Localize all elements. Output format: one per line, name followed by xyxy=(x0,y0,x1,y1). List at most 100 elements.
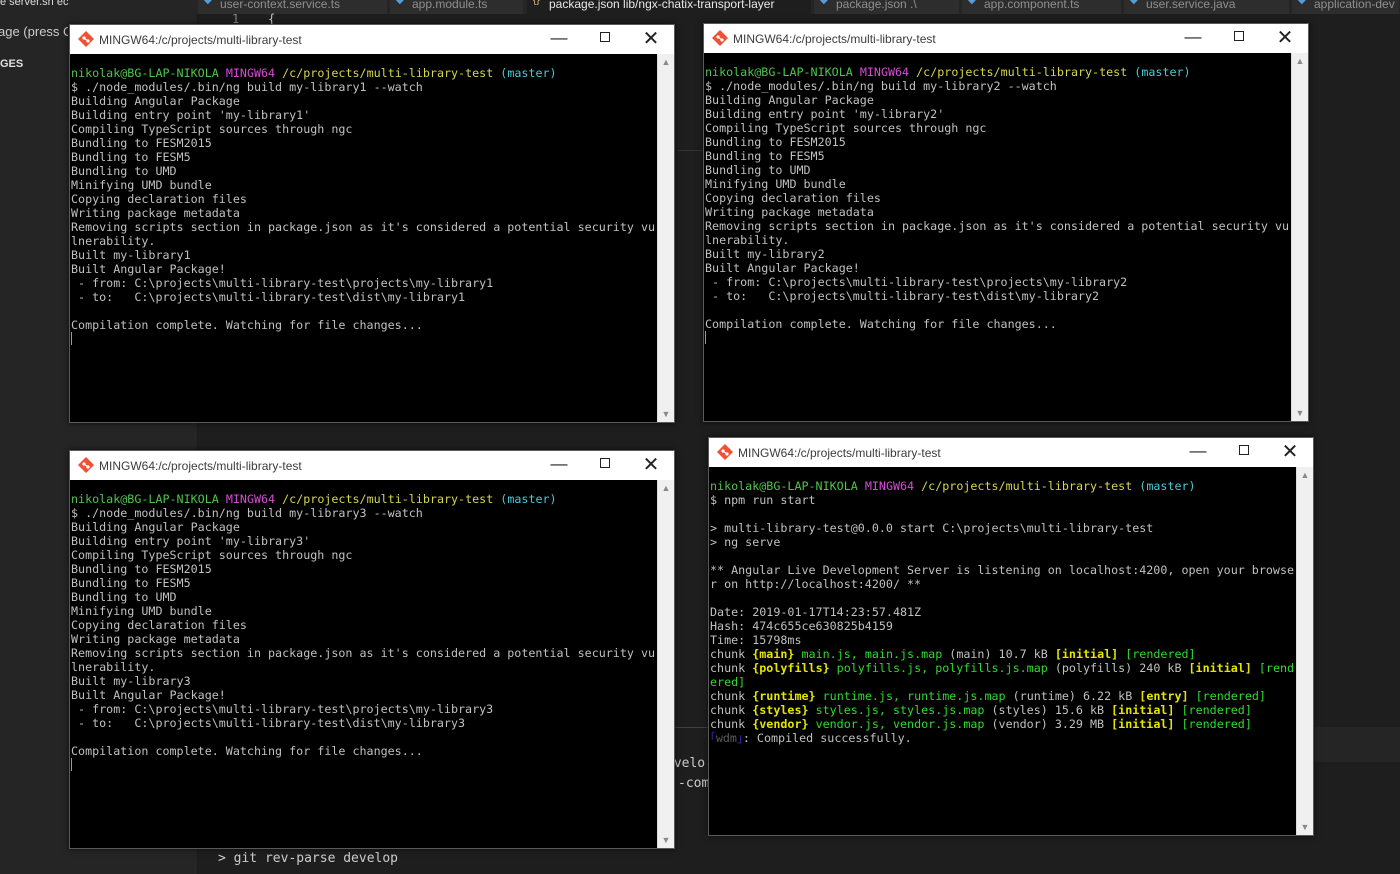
terminal-output[interactable]: nikolak@BG-LAP-NIKOLA MINGW64 /c/project… xyxy=(70,54,657,422)
close-button[interactable]: ✕ xyxy=(1267,438,1313,467)
file-icon: ◆ xyxy=(396,0,404,5)
file-icon: ◆ xyxy=(968,0,976,5)
output-line: > ng serve xyxy=(710,535,1296,549)
sidebar-search-hint: age (press C xyxy=(0,24,68,39)
editor-tab[interactable]: ◆app.module.ts xyxy=(390,0,524,14)
window-title: MINGW64:/c/projects/multi-library-test xyxy=(733,32,936,46)
maximize-button[interactable] xyxy=(1221,438,1267,467)
output-line: Compilation complete. Watching for file … xyxy=(71,744,657,758)
output-line: Compilation complete. Watching for file … xyxy=(705,317,1291,331)
git-bash-icon xyxy=(716,443,734,461)
maximize-button[interactable] xyxy=(582,451,628,480)
output-line: Built my-library3 xyxy=(71,674,657,688)
close-button[interactable]: ✕ xyxy=(628,451,674,480)
terminal-output[interactable]: nikolak@BG-LAP-NIKOLA MINGW64 /c/project… xyxy=(70,480,657,848)
scrollbar[interactable]: ▲ ▼ xyxy=(1291,53,1308,421)
file-icon: ◆ xyxy=(820,0,828,5)
title-bar[interactable]: MINGW64:/c/projects/multi-library-test —… xyxy=(704,24,1308,53)
minimize-button[interactable]: — xyxy=(536,25,582,54)
close-button[interactable]: ✕ xyxy=(1262,24,1308,53)
window-title: MINGW64:/c/projects/multi-library-test xyxy=(99,459,302,473)
scroll-up-icon[interactable]: ▲ xyxy=(1297,467,1313,483)
output-lines: Building Angular PackageBuilding entry p… xyxy=(705,93,1291,331)
output-line: Copying declaration files xyxy=(71,192,657,206)
build-stats: Date: 2019-01-17T14:23:57.481ZHash: 474c… xyxy=(710,605,1296,647)
output-line xyxy=(71,730,657,744)
chunk-line: chunk {vendor} vendor.js, vendor.js.map … xyxy=(710,717,1296,731)
terminal-text-peek: -com xyxy=(678,776,709,791)
git-bash-icon xyxy=(77,456,95,474)
file-icon: ◆ xyxy=(1130,0,1138,5)
output-line: Copying declaration files xyxy=(71,618,657,632)
minimize-button[interactable]: — xyxy=(1175,438,1221,467)
output-line: lnerability. xyxy=(705,233,1291,247)
maximize-button[interactable] xyxy=(582,25,628,54)
title-bar[interactable]: MINGW64:/c/projects/multi-library-test —… xyxy=(70,451,674,480)
terminal-output[interactable]: nikolak@BG-LAP-NIKOLA MINGW64 /c/project… xyxy=(709,467,1296,835)
scroll-up-icon[interactable]: ▲ xyxy=(1292,53,1308,69)
scrollbar[interactable]: ▲ ▼ xyxy=(657,480,674,848)
terminal-output[interactable]: nikolak@BG-LAP-NIKOLA MINGW64 /c/project… xyxy=(704,53,1291,421)
chunk-list: chunk {main} main.js, main.js.map (main)… xyxy=(710,647,1296,731)
terminal-prompt-line: > git rev-parse develop xyxy=(218,851,398,866)
scroll-down-icon[interactable]: ▼ xyxy=(658,832,674,848)
sidebar-section-heading: GES xyxy=(0,58,23,70)
output-line: Compilation complete. Watching for file … xyxy=(71,318,657,332)
scroll-up-icon[interactable]: ▲ xyxy=(658,54,674,70)
scroll-down-icon[interactable]: ▼ xyxy=(658,406,674,422)
output-line: Hash: 474c655ce630825b4159 xyxy=(710,619,1296,633)
editor-area xyxy=(678,150,704,190)
minimize-button[interactable]: — xyxy=(536,451,582,480)
chunk-line: chunk {polyfills} polyfills.js, polyfill… xyxy=(710,661,1296,675)
output-line: Writing package metadata xyxy=(705,205,1291,219)
output-line: - from: C:\projects\multi-library-test\p… xyxy=(71,702,657,716)
editor-code-bracket[interactable]: { xyxy=(268,14,275,24)
output-line: Built my-library1 xyxy=(71,248,657,262)
file-icon: ◆ xyxy=(204,0,212,5)
output-line: Removing scripts section in package.json… xyxy=(705,219,1291,233)
scroll-up-icon[interactable]: ▲ xyxy=(658,480,674,496)
scrollbar[interactable]: ▲ ▼ xyxy=(1296,467,1313,835)
editor-tab[interactable]: ◆application-dev xyxy=(1292,0,1400,14)
title-bar[interactable]: MINGW64:/c/projects/multi-library-test —… xyxy=(709,438,1313,467)
output-line: - from: C:\projects\multi-library-test\p… xyxy=(705,275,1291,289)
window-title: MINGW64:/c/projects/multi-library-test xyxy=(99,33,302,47)
output-line xyxy=(71,304,657,318)
output-line: Built Angular Package! xyxy=(705,261,1291,275)
command-line: $ npm run start xyxy=(710,493,1296,507)
title-bar[interactable]: MINGW64:/c/projects/multi-library-test —… xyxy=(70,25,674,54)
output-line: ** Angular Live Development Server is li… xyxy=(710,563,1296,577)
output-line: Bundling to FESM5 xyxy=(71,576,657,590)
editor-tab[interactable]: ◆user-context.service.ts xyxy=(198,0,388,14)
scroll-down-icon[interactable]: ▼ xyxy=(1297,819,1313,835)
editor-tab[interactable]: ◆app.component.ts xyxy=(962,0,1122,14)
editor-tab[interactable]: ◆user.service.java xyxy=(1124,0,1290,14)
output-line: Bundling to UMD xyxy=(705,163,1291,177)
output-line: Compiling TypeScript sources through ngc xyxy=(71,548,657,562)
scrollbar[interactable]: ▲ ▼ xyxy=(657,54,674,422)
terminal-window-library2[interactable]: MINGW64:/c/projects/multi-library-test —… xyxy=(703,23,1309,422)
minimize-button[interactable]: — xyxy=(1170,24,1216,53)
maximize-button[interactable] xyxy=(1216,24,1262,53)
output-line: Writing package metadata xyxy=(71,632,657,646)
output-line: - to: C:\projects\multi-library-test\dis… xyxy=(71,290,657,304)
output-line: Built my-library2 xyxy=(705,247,1291,261)
command-line: $ ./node_modules/.bin/ng build my-librar… xyxy=(71,506,657,520)
chunk-line: chunk {runtime} runtime.js, runtime.js.m… xyxy=(710,689,1296,703)
output-line: Date: 2019-01-17T14:23:57.481Z xyxy=(710,605,1296,619)
editor-tab-bar: ◆user-context.service.ts◆app.module.ts{}… xyxy=(0,0,1400,14)
terminal-window-dev-server[interactable]: MINGW64:/c/projects/multi-library-test —… xyxy=(708,437,1314,836)
editor-tab[interactable]: {}package.json lib/ngx-chatix-transport-… xyxy=(527,0,812,14)
scroll-down-icon[interactable]: ▼ xyxy=(1292,405,1308,421)
terminal-window-library3[interactable]: MINGW64:/c/projects/multi-library-test —… xyxy=(69,450,675,849)
command-line: $ ./node_modules/.bin/ng build my-librar… xyxy=(71,80,657,94)
chunk-line: chunk {main} main.js, main.js.map (main)… xyxy=(710,647,1296,661)
file-icon: ◆ xyxy=(1298,0,1306,5)
output-line: Bundling to UMD xyxy=(71,164,657,178)
output-line: Copying declaration files xyxy=(705,191,1291,205)
editor-tab-label: package.json .\ xyxy=(836,0,917,11)
editor-tab[interactable]: ◆ package.json .\ xyxy=(814,0,960,14)
close-button[interactable]: ✕ xyxy=(628,25,674,54)
output-lines: Building Angular PackageBuilding entry p… xyxy=(71,94,657,332)
terminal-window-library1[interactable]: MINGW64:/c/projects/multi-library-test —… xyxy=(69,24,675,423)
